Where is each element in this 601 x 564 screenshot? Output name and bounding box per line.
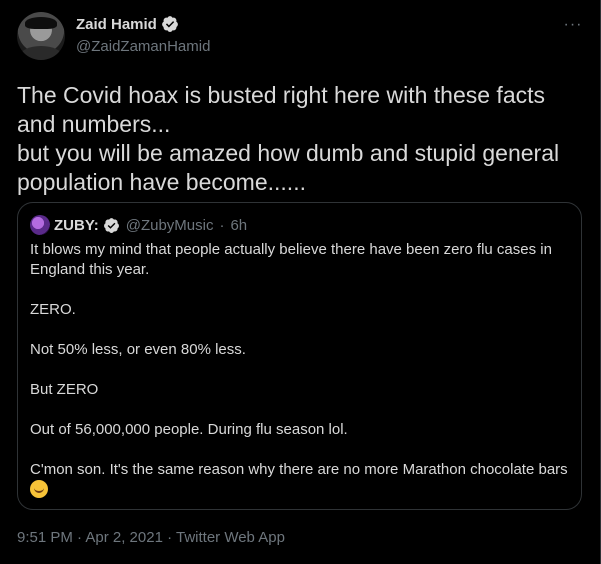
quoted-text-content: It blows my mind that people actually be… xyxy=(30,241,568,478)
quoted-separator: · xyxy=(219,216,225,234)
quoted-author-handle: @ZubyMusic xyxy=(125,216,214,234)
quoted-author-name: ZUBY: xyxy=(54,216,99,234)
more-options-icon[interactable]: ··· xyxy=(562,14,584,36)
author-avatar[interactable] xyxy=(17,12,65,60)
quoted-header: ZUBY: @ZubyMusic · 6h xyxy=(30,215,247,235)
author-handle[interactable]: @ZaidZamanHamid xyxy=(76,38,210,55)
verified-badge-icon xyxy=(161,16,178,32)
tweet: Zaid Hamid @ZaidZamanHamid ··· The Covid… xyxy=(0,0,601,564)
quoted-text: It blows my mind that people actually be… xyxy=(30,240,570,501)
author-name[interactable]: Zaid Hamid xyxy=(76,16,157,33)
avatar-beret xyxy=(25,17,57,29)
avatar-shoulders xyxy=(20,46,62,60)
author-name-row: Zaid Hamid xyxy=(76,15,179,33)
quoted-tweet[interactable]: ZUBY: @ZubyMusic · 6h It blows my mind t… xyxy=(17,202,582,510)
quoted-author-avatar xyxy=(30,215,50,235)
quoted-time[interactable]: 6h xyxy=(230,217,247,234)
quoted-verified-badge-icon xyxy=(103,217,119,233)
tweet-text: The Covid hoax is busted right here with… xyxy=(17,82,560,195)
tweet-timestamp[interactable]: 9:51 PM · Apr 2, 2021 · Twitter Web App xyxy=(17,529,285,546)
rolling-on-floor-laughing-emoji-icon xyxy=(30,480,48,498)
